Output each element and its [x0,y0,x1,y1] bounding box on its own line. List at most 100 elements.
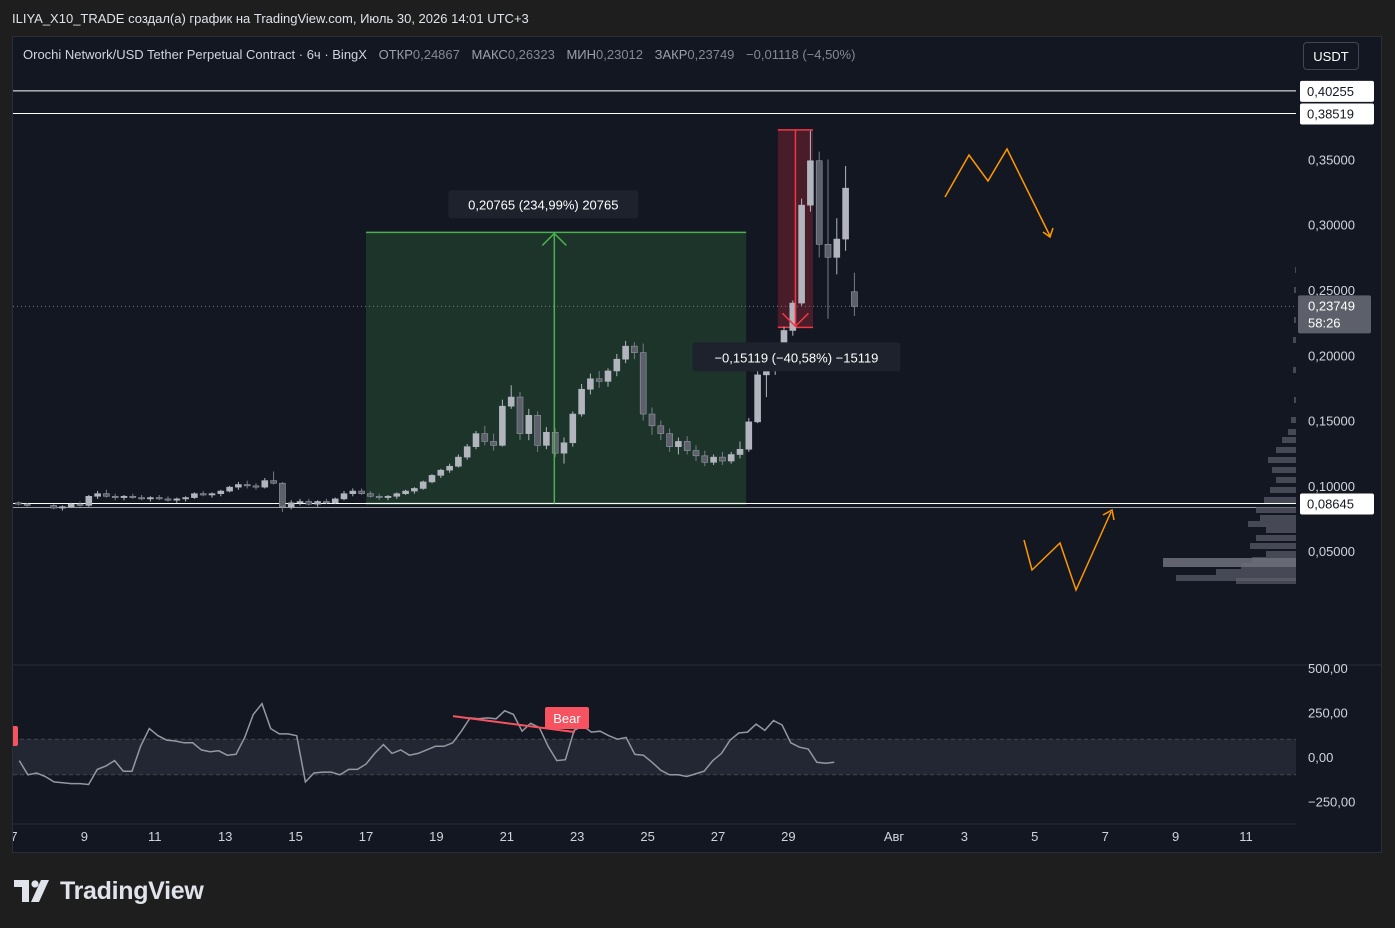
chart-caption: ILIYA_X10_TRADE создал(а) график на Trad… [12,11,529,26]
candle-body [120,495,128,498]
indicator-tick-label: 500,00 [1308,661,1348,676]
top-bar: ILIYA_X10_TRADE создал(а) график на Trad… [0,0,1395,36]
candle-body [296,501,304,504]
candle-body [59,506,66,509]
volume-profile-bar [1256,507,1296,513]
candle-body [824,244,832,258]
candle-body [631,345,638,353]
indicator-tick-label: −250,00 [1308,794,1355,809]
time-axis: 7 9 11 13 15 17 19 21 23 25 27 29 Авг 3 5 7 9 11 [13,823,1296,844]
volume-profile-bar [1270,487,1296,493]
tradingview-logo-icon [14,880,49,902]
candle-body [507,396,515,407]
time-tick-label: 5 [1031,829,1038,844]
price-tick-label: 0,35000 [1308,152,1355,167]
level-price-label: 0,08645 [1307,497,1354,512]
candle-body [604,370,612,382]
indicator-tick-label: 0,00 [1308,750,1333,765]
candle-body [675,441,682,447]
candle-body [455,456,462,467]
candle-body [182,497,189,500]
candle-body [446,465,453,471]
long-measure-label: 0,20765 (234,99%) 20765 [468,197,618,212]
time-tick-label: 15 [288,829,302,844]
symbol-title[interactable]: Orochi Network/USD Tether Perpetual Cont… [23,47,367,62]
high-label: МАКС [471,47,508,62]
candle-body [367,493,374,497]
candle-body [323,501,330,504]
candle-body [331,498,339,504]
candle-body [261,480,269,488]
time-tick-label: 23 [570,829,584,844]
open-label: ОТКР [378,47,413,62]
divergence-marker-left [13,726,18,746]
candle-body [305,501,313,505]
candle-body [569,413,577,444]
tradingview-logo-text: TradingView [60,876,204,905]
volume-profile-bar [1260,515,1296,521]
high-value: 0,26323 [507,47,555,62]
volume-profile-bar [1250,543,1296,549]
candle-body [76,503,84,506]
time-tick-label: 29 [781,829,795,844]
chart-canvas[interactable]: 0,20765 (234,99%) 20765 −0,15119 (−40,58%… [13,37,1382,853]
time-tick-label: 9 [1172,829,1179,844]
candle-body [727,454,735,462]
candle-body [279,482,286,508]
volume-profile-bar [1236,578,1296,584]
candle-body [226,486,233,492]
candle-body [428,475,436,483]
level-price-label: 0,40255 [1307,84,1354,99]
candle-body [842,187,849,240]
level-price-label: 0,38519 [1307,106,1354,121]
time-tick-label: 27 [711,829,725,844]
tradingview-logo: TradingView [14,876,204,906]
price-tick-label: 0,30000 [1308,218,1355,233]
candle-body [419,481,427,489]
candle-body [173,498,181,501]
volume-profile-bar [1293,367,1296,373]
candle-body [164,498,172,501]
candle-body [534,415,541,446]
volume-profile-bar [1293,337,1296,343]
candle-body [657,425,665,434]
candle-body [111,495,119,498]
close-value: 0,23749 [687,47,735,62]
candle-body [23,503,31,506]
price-tick-label: 0,10000 [1308,479,1355,494]
candle-body [639,352,647,415]
volume-profile-bar [1216,569,1296,575]
candle-body [402,490,409,494]
candle-body [701,455,709,463]
candle-body [499,405,506,446]
candle-body [85,495,93,506]
volume-profile-bar [1272,467,1296,473]
candle-body [525,415,533,434]
candle-body [490,441,497,446]
volume-profile-bar [1264,497,1296,503]
time-tick-label: 11 [148,829,162,844]
candle-body [191,493,198,498]
change-value: −0,01118 (−4,50%) [746,47,856,62]
volume-profile-bar [1276,477,1296,483]
projection-path-upper [944,147,1051,237]
candle-body [67,503,75,508]
candle-body [683,441,691,451]
currency-button[interactable]: USDT [1303,42,1359,70]
candle-body [560,442,568,454]
last-price-label: 0,23749 [1308,298,1355,313]
volume-profile-bar [1288,429,1296,435]
volume-profile-bar [1276,447,1296,453]
candle-body [815,160,823,245]
candle-body [138,497,145,500]
candle-body [50,505,57,509]
projection-path-lower [1023,511,1112,593]
candle-body [648,413,656,427]
volume-profile-bar [1248,521,1296,527]
chart-frame[interactable]: 0,20765 (234,99%) 20765 −0,15119 (−40,58%… [12,36,1382,853]
candle-body [15,502,22,505]
volume-profile-bar [1294,317,1296,323]
candle-body [340,493,348,500]
volume-profile [1163,267,1296,584]
candle-body [754,374,761,423]
